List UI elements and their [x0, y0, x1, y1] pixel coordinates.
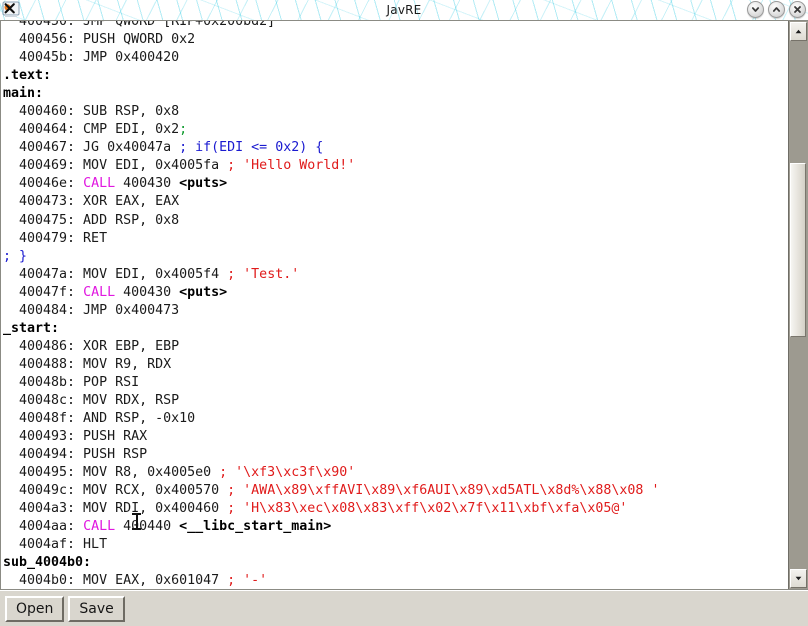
- bottom-button-bar: Open Save: [0, 590, 808, 626]
- disassembly-line: 40049c: MOV RCX, 0x400570 ; 'AWA\x89\xff…: [3, 483, 660, 499]
- disassembly-line: 400456: PUSH QWORD 0x2: [3, 32, 196, 48]
- disassembly-line: 40045b: JMP 0x400420: [3, 50, 180, 66]
- disassembly-line: ; }: [3, 248, 28, 264]
- disassembly-line: 400475: ADD RSP, 0x8: [3, 212, 180, 228]
- window-client-area: 400450: JMP QWORD [RIP+0x200bd2] 400456:…: [0, 20, 808, 626]
- disassembly-view: 400450: JMP QWORD [RIP+0x200bd2] 400456:…: [0, 20, 808, 590]
- open-button[interactable]: Open: [5, 595, 65, 622]
- minimize-button[interactable]: [747, 1, 764, 18]
- disassembly-line: 400488: MOV R9, RDX: [3, 356, 172, 372]
- disassembly-line: 400495: MOV R8, 0x4005e0 ; '\xf3\xc3f\x9…: [3, 465, 356, 481]
- window-title: JavRE: [386, 3, 422, 17]
- disassembly-line: 4004aa: CALL 400440 <__libc_start_main>: [3, 519, 332, 535]
- disassembly-text-pane[interactable]: 400450: JMP QWORD [RIP+0x200bd2] 400456:…: [1, 21, 788, 589]
- vertical-scrollbar[interactable]: [788, 21, 808, 589]
- disassembly-line: sub_4004b0:: [3, 555, 92, 571]
- disassembly-line: 40046e: CALL 400430 <puts>: [3, 176, 228, 192]
- window-titlebar[interactable]: JavRE: [0, 0, 808, 20]
- scroll-up-arrow-icon[interactable]: [790, 22, 807, 41]
- disassembly-line: 400467: JG 0x40047a ; if(EDI <= 0x2) {: [3, 140, 324, 156]
- disassembly-line: main:: [3, 86, 44, 102]
- javre-window: JavRE 400450: JMP QWORD [RIP+0x200bd2] 4…: [0, 0, 808, 626]
- disassembly-line: 40048c: MOV RDX, RSP: [3, 392, 180, 408]
- disassembly-line: 400473: XOR EAX, EAX: [3, 194, 180, 210]
- disassembly-line: 400450: JMP QWORD [RIP+0x200bd2]: [3, 21, 276, 29]
- maximize-button[interactable]: [768, 1, 785, 18]
- disassembly-line: 400479: RET: [3, 230, 108, 246]
- disassembly-line: 400494: PUSH RSP: [3, 447, 148, 463]
- window-controls: [747, 1, 806, 18]
- disassembly-line: 400493: PUSH RAX: [3, 429, 148, 445]
- save-button[interactable]: Save: [68, 595, 125, 622]
- vertical-scrollbar-track[interactable]: [790, 42, 807, 568]
- disassembly-line: 4004af: HLT: [3, 537, 108, 553]
- disassembly-line: 400460: SUB RSP, 0x8: [3, 104, 180, 120]
- disassembly-line: _start:: [3, 320, 60, 336]
- close-button[interactable]: [789, 1, 806, 18]
- disassembly-line: 400484: JMP 0x400473: [3, 302, 180, 318]
- disassembly-code[interactable]: 400450: JMP QWORD [RIP+0x200bd2] 400456:…: [2, 21, 788, 589]
- disassembly-line: 40048b: POP RSI: [3, 374, 140, 390]
- disassembly-line: 40047f: CALL 400430 <puts>: [3, 284, 228, 300]
- vertical-scrollbar-thumb[interactable]: [790, 162, 806, 337]
- disassembly-line: 40047a: MOV EDI, 0x4005f4 ; 'Test.': [3, 266, 300, 282]
- scroll-down-arrow-icon[interactable]: [790, 569, 807, 588]
- java-coffee-icon: [2, 1, 20, 19]
- disassembly-line: 400486: XOR EBP, EBP: [3, 338, 180, 354]
- disassembly-line: 40048f: AND RSP, -0x10: [3, 411, 196, 427]
- disassembly-line: 400469: MOV EDI, 0x4005fa ; 'Hello World…: [3, 158, 356, 174]
- disassembly-line: 4004b0: MOV EAX, 0x601047 ; '-': [3, 573, 268, 589]
- disassembly-line: .text:: [3, 68, 52, 84]
- disassembly-line: 4004a3: MOV RDI, 0x400460 ; 'H\x83\xec\x…: [3, 501, 628, 517]
- disassembly-line: 400464: CMP EDI, 0x2;: [3, 122, 188, 138]
